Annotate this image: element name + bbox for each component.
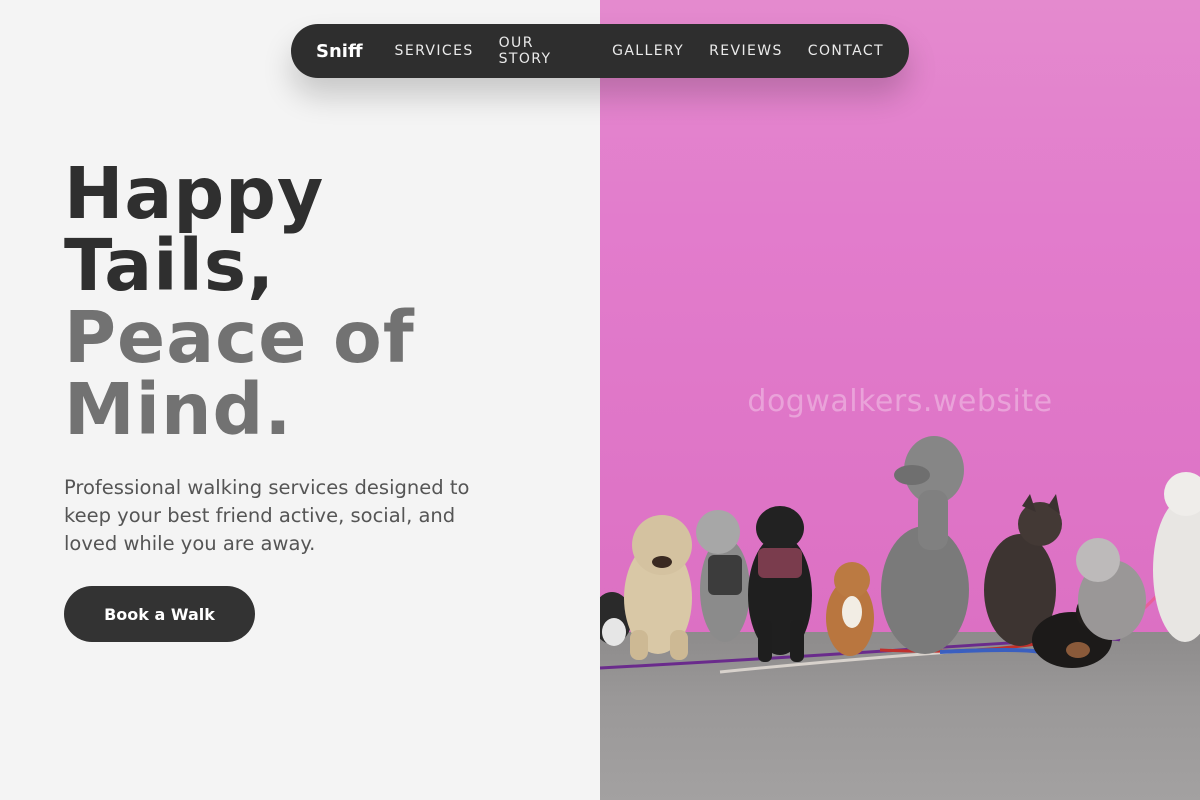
nav-link-contact[interactable]: CONTACT [808,43,884,59]
book-a-walk-button[interactable]: Book a Walk [64,586,255,642]
nav-link-gallery[interactable]: GALLERY [612,43,684,59]
watermark-text: dogwalkers.website [747,384,1053,419]
hero-photo: dogwalkers.website [600,0,1200,800]
nav-link-reviews[interactable]: REVIEWS [709,43,783,59]
headline-line-3: Peace of [64,296,415,379]
headline-line-2: Tails, [64,224,276,307]
hero-headline: Happy Tails, Peace of Mind. [64,158,564,446]
hero-subtext: Professional walking services designed t… [64,476,470,555]
headline-line-1: Happy [64,152,325,235]
hero-section: Happy Tails, Peace of Mind. Professional… [64,158,564,578]
nav-link-services[interactable]: SERVICES [395,43,474,59]
top-navbar: Sniff SERVICES OUR STORY GALLERY REVIEWS… [291,24,909,78]
nav-link-our-story[interactable]: OUR STORY [499,35,587,67]
brand-logo[interactable]: Sniff [316,41,363,62]
headline-line-4: Mind. [64,368,293,451]
